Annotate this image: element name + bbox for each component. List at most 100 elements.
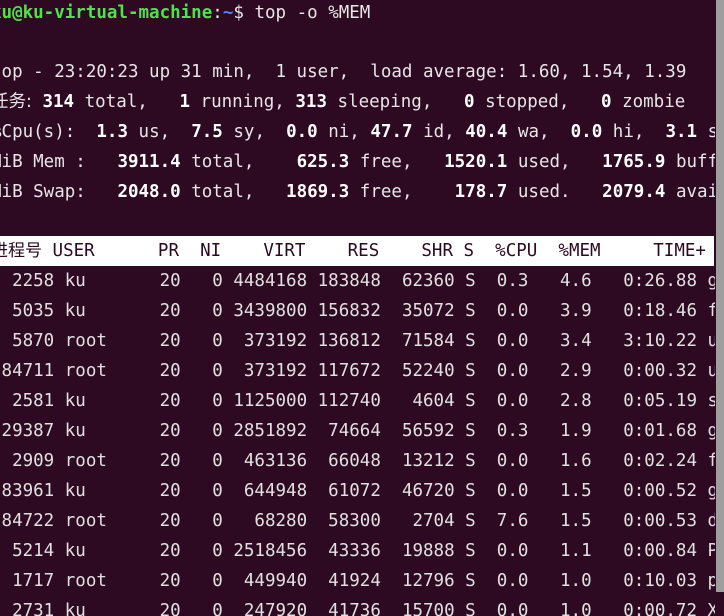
process-state: S [454, 571, 476, 591]
cpu-us-value: 1.3 [96, 122, 128, 142]
process-row[interactable]: 2731 ku 20 0 247920 41736 15700 S 0.0 1.… [0, 596, 724, 616]
column-header-pr[interactable]: PR [158, 241, 179, 261]
process-row[interactable]: 84722 root 20 0 68280 58300 2704 S 7.6 1… [0, 506, 724, 536]
cpu-id-value: 47.7 [370, 122, 413, 142]
process-row[interactable]: 84711 root 20 0 373192 117672 52240 S 0.… [0, 356, 724, 386]
terminal-scrollbar[interactable] [715, 0, 724, 616]
column-header-ni[interactable]: NI [200, 241, 221, 261]
process-mem: 1.5 [528, 511, 592, 531]
process-ni: 0 [180, 481, 223, 501]
process-mem: 1.9 [528, 421, 592, 441]
process-pr: 20 [149, 511, 181, 531]
process-time: 0:01.68 [591, 421, 697, 441]
process-cpu: 0.0 [475, 481, 529, 501]
process-user: ku [54, 601, 150, 616]
process-res: 66048 [307, 451, 381, 471]
column-header-user[interactable]: USER [53, 241, 95, 261]
process-row[interactable]: 2258 ku 20 0 4484168 183848 62360 S 0.3 … [0, 266, 724, 296]
mem-total-value: 3911.4 [117, 152, 181, 172]
process-state: S [454, 331, 476, 351]
process-shr: 19888 [380, 541, 455, 561]
tasks-zombie-value: 0 [600, 92, 612, 112]
column-header-shr[interactable]: SHR [421, 241, 453, 261]
process-mem: 3.4 [528, 331, 592, 351]
process-cpu: 0.3 [475, 421, 529, 441]
column-header-time[interactable]: TIME+ [653, 241, 706, 261]
process-time: 0:00.72 [591, 601, 697, 616]
process-pr: 20 [149, 271, 181, 291]
process-mem: 2.8 [528, 391, 592, 411]
process-state: S [454, 391, 476, 411]
swap-used-label: used. [517, 182, 571, 202]
process-mem: 1.1 [528, 541, 592, 561]
process-shr: 52240 [380, 361, 455, 381]
process-res: 183848 [307, 271, 381, 291]
cpu-us-label: us, [138, 122, 171, 142]
process-row[interactable]: 5214 ku 20 0 2518456 43336 19888 S 0.0 1… [0, 536, 724, 566]
process-shr: 62360 [380, 271, 455, 291]
process-user: root [54, 451, 150, 471]
process-cpu: 0.0 [475, 301, 529, 321]
process-time: 0:00.32 [591, 361, 697, 381]
process-virt: 247920 [222, 601, 308, 616]
cpu-wa-label: wa, [517, 122, 550, 142]
swap-free-label: free, [359, 182, 413, 202]
mem-label: MiB Mem : [0, 152, 86, 172]
shell-prompt-line: ku@ku-virtual-machine:~$ top -o %MEM [0, 0, 724, 28]
process-virt: 2518456 [222, 541, 308, 561]
process-res: 156832 [307, 301, 381, 321]
column-header-res[interactable]: RES [348, 241, 380, 261]
process-ni: 0 [180, 451, 223, 471]
process-row[interactable]: 2909 root 20 0 463136 66048 13212 S 0.0 … [0, 446, 724, 476]
mem-used-label: used, [517, 152, 571, 172]
swap-total-label: total, [191, 182, 255, 202]
process-pid: 5214 [12, 541, 55, 561]
table-column-header[interactable]: 进程号 USER PR NI VIRT RES SHR S %CPU %MEM … [0, 236, 724, 266]
process-mem: 1.0 [528, 571, 592, 591]
process-shr: 56592 [380, 421, 455, 441]
terminal-screen: ku@ku-virtual-machine:~$ top -o %MEM top… [0, 0, 724, 616]
top-uptime-text: top - 23:20:23 up 31 min, 1 user, load a… [0, 62, 687, 82]
process-ni: 0 [180, 391, 223, 411]
prompt-path: ~ [222, 3, 234, 23]
tasks-total-label: total, [84, 92, 148, 112]
process-ni: 0 [180, 271, 223, 291]
process-row[interactable]: 5870 root 20 0 373192 136812 71584 S 0.0… [0, 326, 724, 356]
process-user: root [54, 511, 150, 531]
process-virt: 2851892 [222, 421, 308, 441]
process-mem: 3.9 [528, 301, 592, 321]
process-cpu: 0.0 [475, 451, 529, 471]
column-header-virt[interactable]: VIRT [263, 241, 305, 261]
terminal-window[interactable]: ku@ku-virtual-machine:~$ top -o %MEM top… [0, 0, 724, 616]
cpu-hi-label: hi, [612, 122, 645, 142]
process-shr: 46720 [380, 481, 455, 501]
process-pr: 20 [149, 571, 181, 591]
process-user: ku [54, 391, 150, 411]
column-header-mem[interactable]: %MEM [558, 241, 600, 261]
swap-total-value: 2048.0 [117, 182, 181, 202]
process-virt: 68280 [222, 511, 308, 531]
tasks-label: 任务: [0, 92, 32, 112]
process-row[interactable]: 83961 ku 20 0 644948 61072 46720 S 0.0 1… [0, 476, 724, 506]
process-row[interactable]: 5035 ku 20 0 3439800 156832 35072 S 0.0 … [0, 296, 724, 326]
process-cpu: 0.0 [475, 361, 529, 381]
terminal-scrollbar-thumb[interactable] [716, 0, 724, 592]
process-pid: 5870 [12, 331, 55, 351]
process-row[interactable]: 1717 root 20 0 449940 41924 12796 S 0.0 … [0, 566, 724, 596]
column-header-state[interactable]: S [464, 241, 475, 261]
cpu-ni-label: ni, [328, 122, 360, 142]
column-header-cpu[interactable]: %CPU [495, 241, 537, 261]
process-res: 43336 [307, 541, 381, 561]
process-row[interactable]: 29387 ku 20 0 2851892 74664 56592 S 0.3 … [0, 416, 724, 446]
cpu-sy-label: sy, [233, 122, 265, 142]
process-state: S [454, 481, 476, 501]
process-user: root [54, 331, 150, 351]
process-row[interactable]: 2581 ku 20 0 1125000 112740 4604 S 0.0 2… [0, 386, 724, 416]
process-pid: 84722 [1, 511, 55, 531]
mem-used-value: 1520.1 [444, 152, 508, 172]
column-header-pid[interactable]: 进程号 [0, 241, 42, 261]
prompt-separator: : [212, 3, 223, 23]
process-res: 74664 [307, 421, 381, 441]
process-virt: 373192 [222, 331, 308, 351]
